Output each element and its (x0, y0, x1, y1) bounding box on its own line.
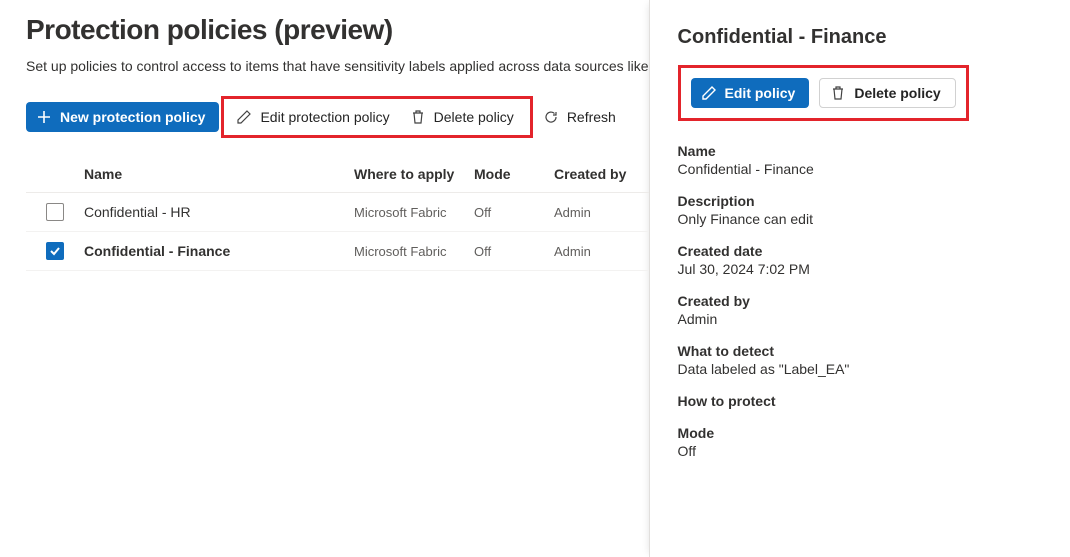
details-title: Confidential - Finance (678, 26, 1050, 49)
cell-mode: Off (474, 205, 554, 220)
field-how-to-protect: How to protect (678, 393, 1050, 409)
trash-icon (410, 109, 426, 125)
page-subtitle: Set up policies to control access to ite… (26, 58, 649, 74)
main-pane: Protection policies (preview) Set up pol… (0, 0, 649, 557)
field-label: What to detect (678, 343, 1050, 359)
delete-policy-button[interactable]: Delete policy (400, 103, 524, 131)
field-label: How to protect (678, 393, 1050, 409)
field-name: Name Confidential - Finance (678, 143, 1050, 177)
column-header-name[interactable]: Name (84, 166, 354, 182)
field-mode: Mode Off (678, 425, 1050, 459)
highlighted-details-actions: Edit policy Delete policy (678, 65, 969, 121)
field-value: Off (678, 443, 1050, 459)
table-row[interactable]: Confidential - Finance Microsoft Fabric … (26, 232, 649, 271)
cell-where: Microsoft Fabric (354, 205, 474, 220)
new-protection-policy-button[interactable]: New protection policy (26, 102, 219, 132)
field-created-date: Created date Jul 30, 2024 7:02 PM (678, 243, 1050, 277)
pencil-icon (236, 109, 252, 125)
page-title: Protection policies (preview) (26, 14, 649, 46)
table-row[interactable]: Confidential - HR Microsoft Fabric Off A… (26, 193, 649, 232)
refresh-button-label: Refresh (567, 109, 616, 125)
details-pane: Confidential - Finance Edit policy Delet… (649, 0, 1070, 557)
cell-where: Microsoft Fabric (354, 244, 474, 259)
toolbar: New protection policy Edit protection po… (26, 96, 649, 138)
field-label: Mode (678, 425, 1050, 441)
field-value: Confidential - Finance (678, 161, 1050, 177)
field-created-by: Created by Admin (678, 293, 1050, 327)
delete-policy-side-label: Delete policy (854, 85, 940, 101)
refresh-button[interactable]: Refresh (533, 103, 626, 131)
field-label: Name (678, 143, 1050, 159)
row-checkbox[interactable] (46, 203, 64, 221)
delete-button-label: Delete policy (434, 109, 514, 125)
pencil-icon (701, 85, 717, 101)
field-value: Jul 30, 2024 7:02 PM (678, 261, 1050, 277)
cell-mode: Off (474, 244, 554, 259)
cell-name: Confidential - Finance (84, 243, 354, 259)
edit-protection-policy-button[interactable]: Edit protection policy (226, 103, 399, 131)
trash-icon (830, 85, 846, 101)
field-value: Only Finance can edit (678, 211, 1050, 227)
column-header-mode[interactable]: Mode (474, 166, 554, 182)
table-header: Name Where to apply Mode Created by (26, 156, 649, 193)
highlighted-toolbar-group: Edit protection policy Delete policy (221, 96, 532, 138)
cell-created-by: Admin (554, 244, 634, 259)
edit-policy-button[interactable]: Edit policy (691, 78, 810, 108)
edit-policy-label: Edit policy (725, 85, 796, 101)
field-label: Created date (678, 243, 1050, 259)
column-header-created-by[interactable]: Created by (554, 166, 634, 182)
field-description: Description Only Finance can edit (678, 193, 1050, 227)
field-value: Data labeled as "Label_EA" (678, 361, 1050, 377)
cell-created-by: Admin (554, 205, 634, 220)
policies-table: Name Where to apply Mode Created by Conf… (26, 156, 649, 271)
field-label: Description (678, 193, 1050, 209)
refresh-icon (543, 109, 559, 125)
field-value: Admin (678, 311, 1050, 327)
field-what-to-detect: What to detect Data labeled as "Label_EA… (678, 343, 1050, 377)
row-checkbox[interactable] (46, 242, 64, 260)
new-button-label: New protection policy (60, 109, 205, 125)
edit-button-label: Edit protection policy (260, 109, 389, 125)
plus-icon (36, 109, 52, 125)
field-label: Created by (678, 293, 1050, 309)
column-header-where[interactable]: Where to apply (354, 166, 474, 182)
delete-policy-side-button[interactable]: Delete policy (819, 78, 955, 108)
cell-name: Confidential - HR (84, 204, 354, 220)
